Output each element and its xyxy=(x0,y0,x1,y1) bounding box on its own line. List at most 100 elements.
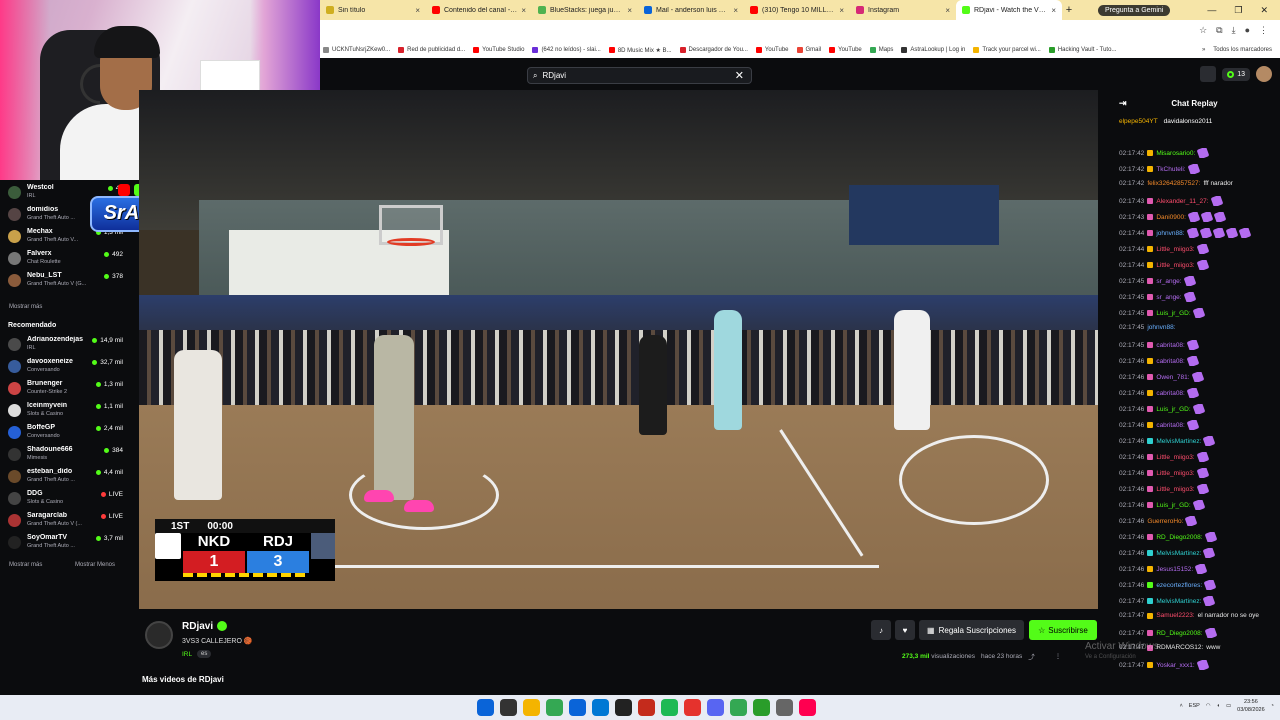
bookmark-item[interactable]: UCKNTuNsrjZKew0... xyxy=(323,47,390,54)
chat-username[interactable]: RD_Diego2008: xyxy=(1156,534,1202,541)
wifi-icon[interactable]: ◠ xyxy=(1206,703,1211,709)
system-clock[interactable]: 23:56 03/08/2026 xyxy=(1237,698,1265,714)
taskbar-app-icon[interactable] xyxy=(776,699,793,716)
chat-username[interactable]: MelvisMartinez: xyxy=(1156,438,1201,445)
chat-username[interactable]: felix32642857527: xyxy=(1147,180,1200,187)
chat-username[interactable]: Little_miigo3: xyxy=(1156,486,1194,493)
bookmark-item[interactable]: Descargador de You... xyxy=(679,47,748,54)
browser-tab[interactable]: RDjavi - Watch the VOD × xyxy=(956,0,1062,20)
chat-username[interactable]: Alexander_11_27: xyxy=(1156,198,1208,205)
taskbar-app-icon[interactable] xyxy=(799,699,816,716)
chevron-up-icon[interactable]: ˄ xyxy=(1180,703,1183,709)
bookmark-item[interactable]: 8D Music Mix ★ B... xyxy=(608,47,672,54)
browser-tab[interactable]: Contenido del canal - YouTube × xyxy=(426,0,532,20)
sidebar-channel[interactable]: BoffeGP Conversando 2,4 mil xyxy=(8,422,126,444)
taskbar-app-icon[interactable] xyxy=(753,699,770,716)
chat-username[interactable]: ezecortezflores: xyxy=(1156,582,1202,589)
browser-tab[interactable]: Mail - anderson luis olivo × xyxy=(638,0,744,20)
sidebar-channel[interactable]: Shadoune666 Mimesis 384 xyxy=(8,444,126,466)
chat-username[interactable]: Luis_jr_GD: xyxy=(1156,502,1190,509)
share-icon[interactable]: ⤴ xyxy=(1028,651,1035,661)
close-tab-icon[interactable]: × xyxy=(945,6,950,15)
bookmark-item[interactable]: Hacking Vault - Tuto... xyxy=(1048,47,1116,54)
language-indicator[interactable]: ESP xyxy=(1189,703,1200,709)
minimize-button[interactable]: — xyxy=(1207,5,1216,16)
show-more-following[interactable]: Mostrar más xyxy=(9,304,42,310)
taskbar-app-icon[interactable] xyxy=(500,699,517,716)
chat-username[interactable]: Little_miigo3: xyxy=(1156,470,1194,477)
browser-tab[interactable]: BlueStacks: juega juegos de Android × xyxy=(532,0,638,20)
taskbar-app-icon[interactable] xyxy=(523,699,540,716)
chat-username[interactable]: cabrita08: xyxy=(1156,358,1185,365)
chat-username[interactable]: Owen_781: xyxy=(1156,374,1189,381)
notification-bell-button[interactable]: ♪ xyxy=(871,620,891,640)
library-icon[interactable] xyxy=(1200,66,1217,82)
bookmark-item[interactable]: Maps xyxy=(869,47,893,54)
chat-username[interactable]: Misarosario0: xyxy=(1156,150,1195,157)
chat-username[interactable]: Little_miigo3: xyxy=(1156,262,1194,269)
star-icon[interactable]: ☆ xyxy=(1199,25,1207,36)
sidebar-channel[interactable]: Brunenger Counter-Strike 2 1,3 mil xyxy=(8,378,126,400)
sidebar-channel[interactable]: esteban_dido Grand Theft Auto ... 4,4 mil xyxy=(8,466,126,488)
chat-username[interactable]: cabrita08: xyxy=(1156,390,1185,397)
chat-username[interactable]: cabrita08: xyxy=(1156,342,1185,349)
browser-tab[interactable]: Instagram × xyxy=(850,0,956,20)
close-window-button[interactable]: ✕ xyxy=(1260,5,1268,16)
collapse-chat-icon[interactable]: ⇥ xyxy=(1119,98,1127,109)
taskbar-app-icon[interactable] xyxy=(661,699,678,716)
taskbar-app-icon[interactable] xyxy=(707,699,724,716)
chat-username[interactable]: Samuel2223: xyxy=(1156,612,1194,619)
chat-username[interactable]: Yoskar_xxx1: xyxy=(1156,662,1194,669)
download-icon[interactable]: ⤓ xyxy=(1232,25,1236,36)
close-tab-icon[interactable]: × xyxy=(415,6,420,15)
gift-subs-button[interactable]: ▦ Regala Suscripciones xyxy=(919,620,1024,640)
bookmark-item[interactable]: Track your parcel wi... xyxy=(973,47,1041,54)
sidebar-channel[interactable]: Iceinmyvein Slots & Casino 1,1 mil xyxy=(8,400,126,422)
taskbar-app-icon[interactable] xyxy=(592,699,609,716)
chat-username[interactable]: RD_Diego2008: xyxy=(1156,630,1202,637)
sidebar-channel[interactable]: Saragarclab Grand Theft Auto V (... LIVE xyxy=(8,510,126,532)
maximize-button[interactable]: ❐ xyxy=(1234,5,1242,16)
kicks-counter[interactable]: 13 xyxy=(1222,67,1250,81)
subscribe-button[interactable]: ☆ Suscribirse xyxy=(1029,620,1097,640)
taskbar-app-icon[interactable] xyxy=(638,699,655,716)
sidebar-channel[interactable]: davooxeneize Conversando 32,7 mil xyxy=(8,356,126,378)
pinned-user[interactable]: davidalonso2011 xyxy=(1164,118,1213,125)
close-tab-icon[interactable]: × xyxy=(839,6,844,15)
chat-username[interactable]: Luis_jr_GD: xyxy=(1156,310,1190,317)
chat-username[interactable]: MelvisMartinez: xyxy=(1156,550,1201,557)
bookmarks-overflow[interactable]: » xyxy=(1202,47,1205,53)
bookmark-item[interactable]: YouTube Studio xyxy=(473,47,524,54)
chat-username[interactable]: johnvn88: xyxy=(1147,324,1175,331)
chat-username[interactable]: johnvn88: xyxy=(1156,230,1184,237)
profile-icon[interactable]: ● xyxy=(1245,25,1250,36)
chat-username[interactable]: TkChuteli: xyxy=(1156,166,1185,173)
battery-icon[interactable]: ▭ xyxy=(1226,703,1231,709)
bookmark-item[interactable]: AstraLookup | Log in xyxy=(901,47,965,54)
chat-username[interactable]: cabrita08: xyxy=(1156,422,1185,429)
chat-username[interactable]: Jesus15152: xyxy=(1156,566,1193,573)
new-tab-button[interactable]: + xyxy=(1062,4,1076,16)
taskbar-app-icon[interactable] xyxy=(477,699,494,716)
close-tab-icon[interactable]: × xyxy=(1051,6,1056,15)
chat-username[interactable]: sr_ange: xyxy=(1156,294,1181,301)
pinned-user[interactable]: elpepe504YT xyxy=(1119,118,1158,125)
taskbar-app-icon[interactable] xyxy=(546,699,563,716)
bookmark-item[interactable]: Red de publicidad d... xyxy=(398,47,465,54)
chat-username[interactable]: Little_miigo3: xyxy=(1156,246,1194,253)
chat-username[interactable]: Little_miigo3: xyxy=(1156,454,1194,461)
search-input[interactable]: ⌕ RDjavi ✕ xyxy=(527,67,752,84)
chat-username[interactable]: MelvisMartinez: xyxy=(1156,598,1201,605)
browser-tab[interactable]: Sin título × xyxy=(320,0,426,20)
sidebar-channel[interactable]: DDG Slots & Casino LIVE xyxy=(8,488,126,510)
bookmark-item[interactable]: (642 no leídos) - slai... xyxy=(532,47,601,54)
more-options-icon[interactable]: ⋮ xyxy=(1055,652,1062,660)
bookmark-item[interactable]: Gmail xyxy=(796,47,821,54)
close-tab-icon[interactable]: × xyxy=(627,6,632,15)
menu-icon[interactable]: ⋮ xyxy=(1259,25,1268,36)
chat-username[interactable]: RDMARCOS12: xyxy=(1156,644,1203,651)
follow-heart-button[interactable]: ♥ xyxy=(895,620,915,640)
close-tab-icon[interactable]: × xyxy=(733,6,738,15)
notification-icon[interactable]: ◔ xyxy=(1271,703,1274,709)
channel-avatar[interactable] xyxy=(145,621,173,649)
